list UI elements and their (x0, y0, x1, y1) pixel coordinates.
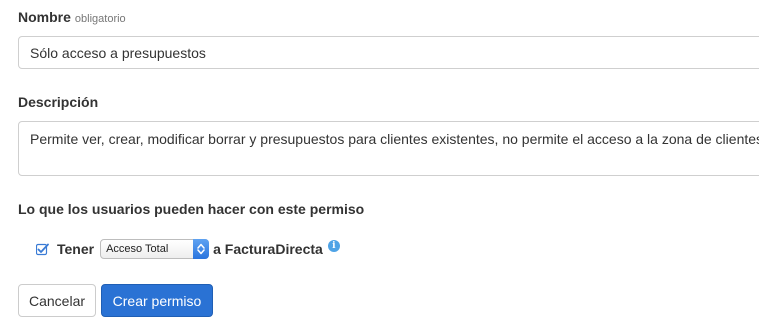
access-level-value: Acceso Total (106, 243, 169, 255)
create-permission-button[interactable]: Crear permiso (101, 284, 213, 317)
description-textarea[interactable]: Permite ver, crear, modificar borrar y p… (18, 121, 759, 176)
access-level-select[interactable]: Acceso Total (100, 239, 210, 259)
checkbox-checked-icon[interactable] (35, 243, 49, 256)
info-icon[interactable]: i (327, 240, 340, 252)
name-label: Nombre obligatorio (18, 9, 126, 25)
name-label-text: Nombre (18, 9, 71, 25)
permissions-heading: Lo que los usuarios pueden hacer con est… (18, 201, 365, 217)
description-label: Descripción (18, 94, 99, 110)
permission-row: Tener Acceso Total a FacturaDirecta i (35, 238, 340, 260)
name-input[interactable] (18, 36, 759, 69)
create-permission-form: Nombreobligatorio Descripción Permite ve… (0, 0, 759, 332)
select-updown-icon (193, 239, 210, 259)
permission-target: a FacturaDirecta (213, 241, 323, 257)
permission-prefix: Tener (57, 241, 95, 257)
required-hint: obligatorio (74, 13, 126, 25)
cancel-button[interactable]: Cancelar (18, 284, 96, 317)
